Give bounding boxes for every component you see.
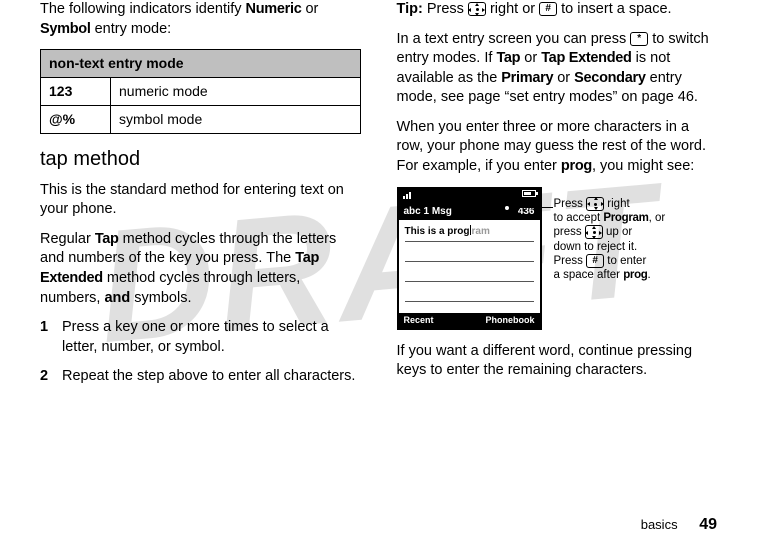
bold-tap: Tap [95, 231, 119, 247]
text: to enter [604, 255, 646, 267]
tip-label: Tip: [397, 1, 423, 17]
table-row: 123 numeric mode [41, 78, 361, 106]
table-header: non-text entry mode [41, 50, 361, 78]
text: to insert a space. [557, 1, 671, 17]
nav-key-icon [585, 225, 603, 239]
title-left: abc 1 Msg [404, 205, 452, 219]
text: press [554, 226, 585, 238]
text: to accept [554, 212, 604, 224]
phone-screen: abc 1 Msg 436 This is a program Recent P… [397, 187, 542, 330]
bold-tap-extended: Tap Extended [541, 50, 631, 66]
phone-content: This is a program [399, 220, 540, 313]
entry-mode-table: non-text entry mode 123 numeric mode @% … [40, 49, 361, 134]
text: right [604, 198, 630, 210]
list-item: 1 Press a key one or more times to selec… [40, 318, 361, 357]
page-footer: basics 49 [641, 514, 717, 536]
text: The following indicators identify [40, 1, 246, 17]
bold-prog: prog [561, 158, 592, 174]
mode-label: symbol mode [111, 105, 361, 133]
section-name: basics [641, 517, 678, 532]
phone-titlebar: abc 1 Msg 436 [399, 203, 540, 221]
star-key-icon: * [630, 32, 648, 46]
hash-key-icon: # [539, 2, 557, 16]
step-text: Repeat the step above to enter all chara… [62, 367, 355, 387]
text: up or [603, 226, 632, 238]
phone-statusbar [399, 189, 540, 203]
text: Press [423, 1, 468, 17]
bold-secondary: Secondary [574, 70, 645, 86]
blank-line [405, 270, 534, 282]
text: or [520, 50, 541, 66]
hash-key-icon: # [586, 254, 604, 268]
text: entry mode: [91, 21, 172, 37]
mode-icon-numeric: 123 [41, 78, 111, 106]
text: or [553, 70, 574, 86]
nav-key-icon [468, 2, 486, 16]
step-text: Press a key one or more times to select … [62, 318, 361, 357]
table-row: @% symbol mode [41, 105, 361, 133]
intro-bold-numeric: Numeric [246, 1, 302, 17]
callout-leader-line [506, 207, 553, 208]
softkey-left: Recent [404, 314, 434, 326]
intro-bold-symbol: Symbol [40, 21, 91, 37]
bold-and: and [104, 290, 130, 306]
softkey-right: Phonebook [486, 314, 535, 326]
para-tap-cycles: Regular Tap method cycles through the le… [40, 230, 361, 308]
phone-illustration-wrap: abc 1 Msg 436 This is a program Recent P… [397, 187, 718, 330]
bold-prog: prog [623, 269, 647, 281]
text: , or [649, 212, 666, 224]
bold-primary: Primary [501, 70, 553, 86]
heading-tap-method: tap method [40, 146, 361, 173]
text: . [648, 269, 651, 281]
phone-softkeys: Recent Phonebook [399, 313, 540, 328]
text: or [301, 1, 318, 17]
text: Press [554, 255, 587, 267]
different-word-para: If you want a different word, continue p… [397, 342, 718, 381]
intro-para: The following indicators identify Numeri… [40, 0, 361, 39]
text: Press [554, 198, 587, 210]
mode-label: numeric mode [111, 78, 361, 106]
callout-text: Press right to accept Program, or press … [554, 187, 694, 283]
text: , you might see: [592, 158, 694, 174]
guess-para: When you enter three or more characters … [397, 118, 718, 177]
typed-text: This is a prog [405, 226, 470, 237]
list-item: 2 Repeat the step above to enter all cha… [40, 367, 361, 387]
text: In a text entry screen you can press [397, 31, 631, 47]
step-number: 1 [40, 318, 62, 357]
right-column: Tip: Press right or # to insert a space.… [397, 0, 718, 397]
battery-icon [522, 190, 536, 197]
text: a space after [554, 269, 624, 281]
blank-line [405, 290, 534, 302]
predicted-text: ram [472, 226, 490, 237]
mode-icon-symbol: @% [41, 105, 111, 133]
para-standard-method: This is the standard method for entering… [40, 181, 361, 220]
left-column: The following indicators identify Numeri… [40, 0, 361, 397]
text: symbols. [130, 290, 191, 306]
page-number: 49 [699, 516, 717, 533]
steps-list: 1 Press a key one or more times to selec… [40, 318, 361, 387]
text: Regular [40, 231, 95, 247]
phone-text-line: This is a program [405, 225, 534, 242]
nav-key-icon [586, 197, 604, 211]
bold-tap: Tap [496, 50, 520, 66]
step-number: 2 [40, 367, 62, 387]
tip-para: Tip: Press right or # to insert a space. [397, 0, 718, 20]
signal-icon [403, 190, 412, 202]
text: down to reject it. [554, 241, 638, 253]
switch-modes-para: In a text entry screen you can press * t… [397, 30, 718, 108]
text-cursor [470, 225, 471, 235]
text: right or [486, 1, 539, 17]
bold-program: Program [603, 212, 648, 224]
blank-line [405, 250, 534, 262]
